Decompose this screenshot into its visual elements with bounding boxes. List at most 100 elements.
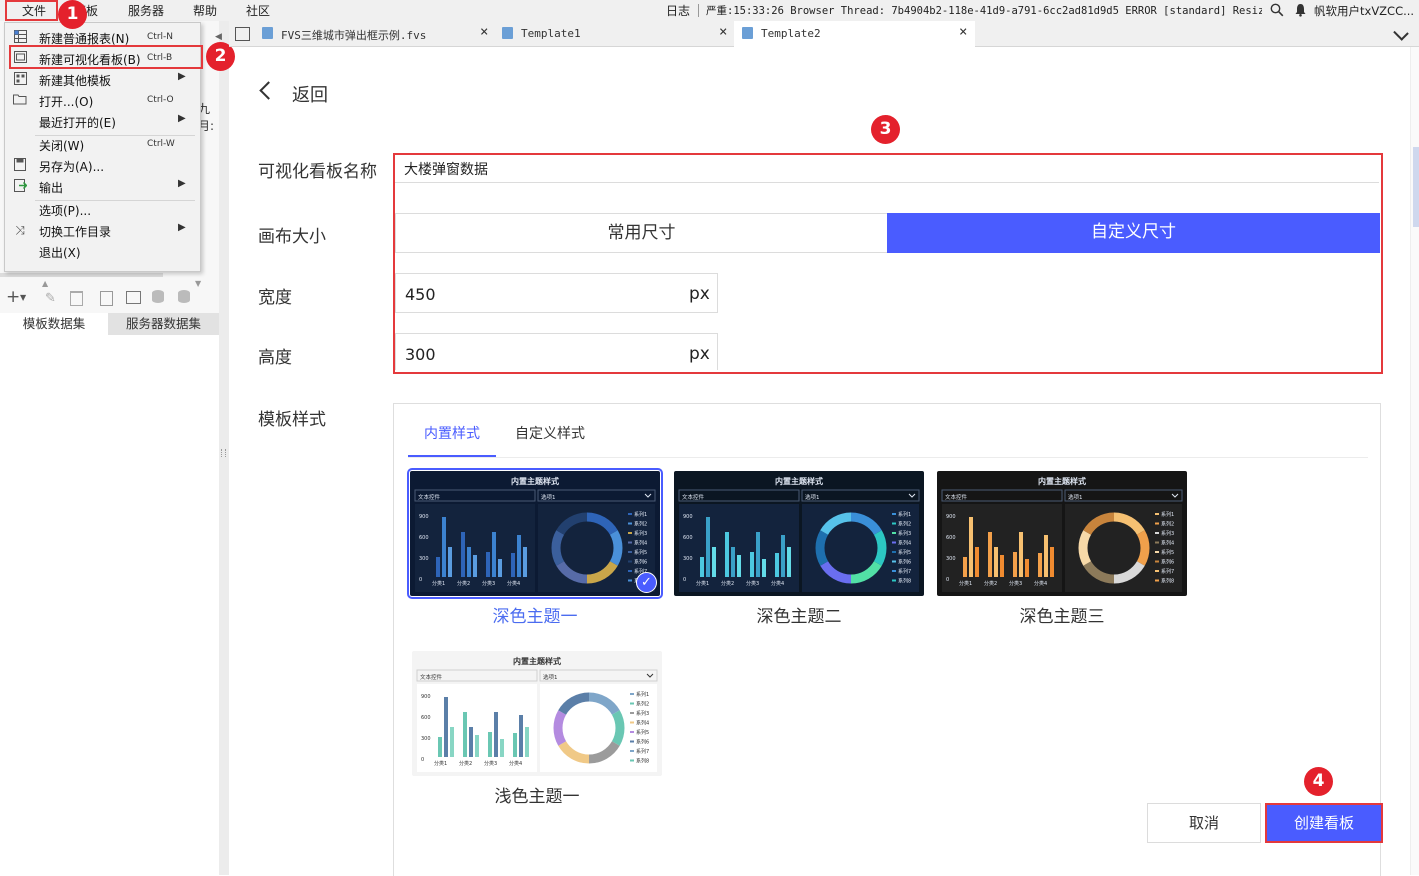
chevron-down-icon [644, 493, 652, 498]
donut-slice [553, 710, 567, 746]
search-icon[interactable] [1270, 3, 1284, 17]
theme-card[interactable]: 内置主题样式 文本控件 选项1 900 600 300 0 分类1 分类2 分类3 分类4 系列1 系列… [674, 471, 924, 596]
x-tick-label: 分类1 [959, 580, 972, 587]
legend-label: 系列8 [1161, 578, 1174, 585]
menu-item-new-other[interactable]: 新建其他模板 ▶ [5, 69, 200, 90]
dataset-edit-icon[interactable] [126, 291, 141, 304]
chevron-down-icon [1171, 493, 1179, 498]
style-tab-custom[interactable]: 自定义样式 [504, 423, 596, 455]
tab-template2[interactable]: Template2 × [734, 21, 975, 47]
legend-swatch [1155, 551, 1159, 553]
theme-card[interactable]: 内置主题样式 文本控件 选项1 900 600 300 0 分类1 分类2 分类3 分类4 系列1 系列… [407, 468, 663, 599]
menu-item-export[interactable]: 输出 ▶ [5, 176, 200, 197]
bar [436, 557, 440, 577]
scrollbar-thumb[interactable] [1413, 147, 1419, 227]
y-tick-label: 600 [683, 535, 693, 541]
x-tick-label: 分类4 [1034, 580, 1047, 587]
tab-template1[interactable]: Template1 × [494, 21, 734, 46]
bar [750, 552, 754, 577]
right-scrollbar[interactable] [1410, 47, 1419, 875]
menu-item-recent[interactable]: 最近打开的(E) ▶ [5, 111, 200, 132]
legend-swatch [892, 551, 896, 553]
bar [511, 553, 515, 577]
panel-divider[interactable] [0, 273, 163, 277]
delete-icon[interactable] [70, 291, 83, 306]
menu-community[interactable]: 社区 [246, 2, 270, 19]
edit-icon[interactable]: ✎ [45, 291, 56, 306]
tab-fvs-example[interactable]: FVS三维城市弹出框示例.fvs × [254, 21, 494, 46]
legend-label: 系列1 [634, 511, 647, 518]
legend-swatch [628, 579, 632, 582]
database-sync-icon[interactable] [178, 290, 190, 303]
splitter[interactable]: ◀ [215, 21, 229, 875]
tab-list-icon[interactable] [1393, 25, 1409, 41]
create-dashboard-button[interactable]: 创建看板 [1265, 803, 1383, 843]
bar [450, 727, 454, 757]
menu-item-save-as[interactable]: 另存为(A)... [5, 155, 200, 176]
dataset-tab-template[interactable]: 模板数据集 [0, 313, 108, 335]
close-icon[interactable]: × [719, 24, 727, 40]
log-button[interactable]: 日志 [666, 2, 690, 19]
style-tab-builtin[interactable]: 内置样式 [408, 423, 496, 457]
menu-help[interactable]: 帮助 [193, 2, 217, 19]
menu-item-open[interactable]: 打开...(O) Ctrl-O [5, 90, 200, 111]
theme-name[interactable]: 深色主题二 [674, 602, 924, 627]
add-dataset-icon[interactable]: + [6, 287, 20, 307]
theme-card[interactable]: 内置主题样式 文本控件 选项1 900 600 300 0 分类1 分类2 分类3 分类4 系列1 系列… [412, 651, 662, 776]
legend-swatch [1155, 513, 1159, 515]
theme-name[interactable]: 深色主题一 [410, 602, 660, 627]
dataset-tab-server[interactable]: 服务器数据集 [108, 313, 219, 335]
user-name[interactable]: 帆软用户txVZCC... [1314, 3, 1418, 19]
donut-slice [1136, 530, 1150, 566]
cancel-button[interactable]: 取消 [1147, 803, 1261, 843]
dropdown-box [1064, 489, 1183, 502]
width-label: 宽度 [258, 288, 292, 308]
theme-preview: 文本控件 选项1 900 600 300 0 分类1 分类2 分类3 分类4 系列1 系列2 系列3 系列… [416, 669, 658, 772]
y-tick-label: 300 [683, 556, 693, 562]
menu-server[interactable]: 服务器 [128, 2, 164, 19]
menu-item-switch-workdir[interactable]: ⤨ 切换工作目录 ▶ [5, 220, 200, 241]
chevron-down-icon[interactable]: ▼ [20, 293, 26, 302]
status-message[interactable]: 严重:15:33:26 Browser Thread: 7b4904b2-118… [706, 3, 1262, 18]
text-control-label: 文本控件 [420, 673, 443, 681]
legend-label: 系列5 [898, 549, 911, 556]
x-tick-label: 分类3 [1009, 580, 1022, 587]
donut-slice [551, 530, 565, 566]
back-link[interactable]: 返回 [292, 81, 328, 107]
legend-swatch [892, 570, 896, 572]
bar [1044, 535, 1048, 577]
menu-item-close[interactable]: 关闭(W) Ctrl-W [5, 134, 200, 155]
style-tab-divider [408, 457, 1368, 458]
grid-report-icon [13, 30, 27, 44]
legend-label: 系列5 [1161, 549, 1174, 556]
bell-icon[interactable] [1294, 3, 1307, 17]
database-icon[interactable] [152, 290, 164, 303]
grip-icon: ◀ [215, 32, 222, 42]
menu-item-options[interactable]: 选项(P)... [5, 199, 200, 220]
y-tick-label: 0 [683, 577, 686, 583]
x-tick-label: 分类3 [482, 580, 495, 587]
legend-label: 系列4 [634, 540, 647, 547]
y-tick-label: 0 [421, 757, 424, 763]
bar [787, 547, 791, 577]
close-icon[interactable]: × [480, 24, 488, 40]
legend-label: 系列8 [636, 758, 649, 765]
bar [494, 712, 498, 757]
y-tick-label: 300 [946, 556, 956, 562]
theme-card[interactable]: 内置主题样式 文本控件 选项1 900 600 300 0 分类1 分类2 分类3 分类4 系列1 系列… [937, 471, 1187, 596]
bar [969, 517, 973, 577]
legend-label: 系列4 [1161, 540, 1174, 547]
theme-name[interactable]: 深色主题三 [937, 602, 1187, 627]
close-icon[interactable]: × [959, 24, 967, 40]
legend-label: 系列8 [898, 578, 911, 585]
preview-icon[interactable] [100, 291, 113, 306]
theme-name[interactable]: 浅色主题一 [412, 782, 662, 807]
back-icon[interactable] [259, 81, 278, 100]
legend-label: 系列7 [898, 568, 911, 575]
x-tick-label: 分类1 [432, 580, 445, 587]
bar [438, 737, 442, 757]
menu-item-exit[interactable]: 退出(X) [5, 241, 200, 262]
folder-icon [13, 93, 27, 107]
new-tab-icon[interactable] [235, 27, 250, 41]
legend-swatch [892, 532, 896, 534]
